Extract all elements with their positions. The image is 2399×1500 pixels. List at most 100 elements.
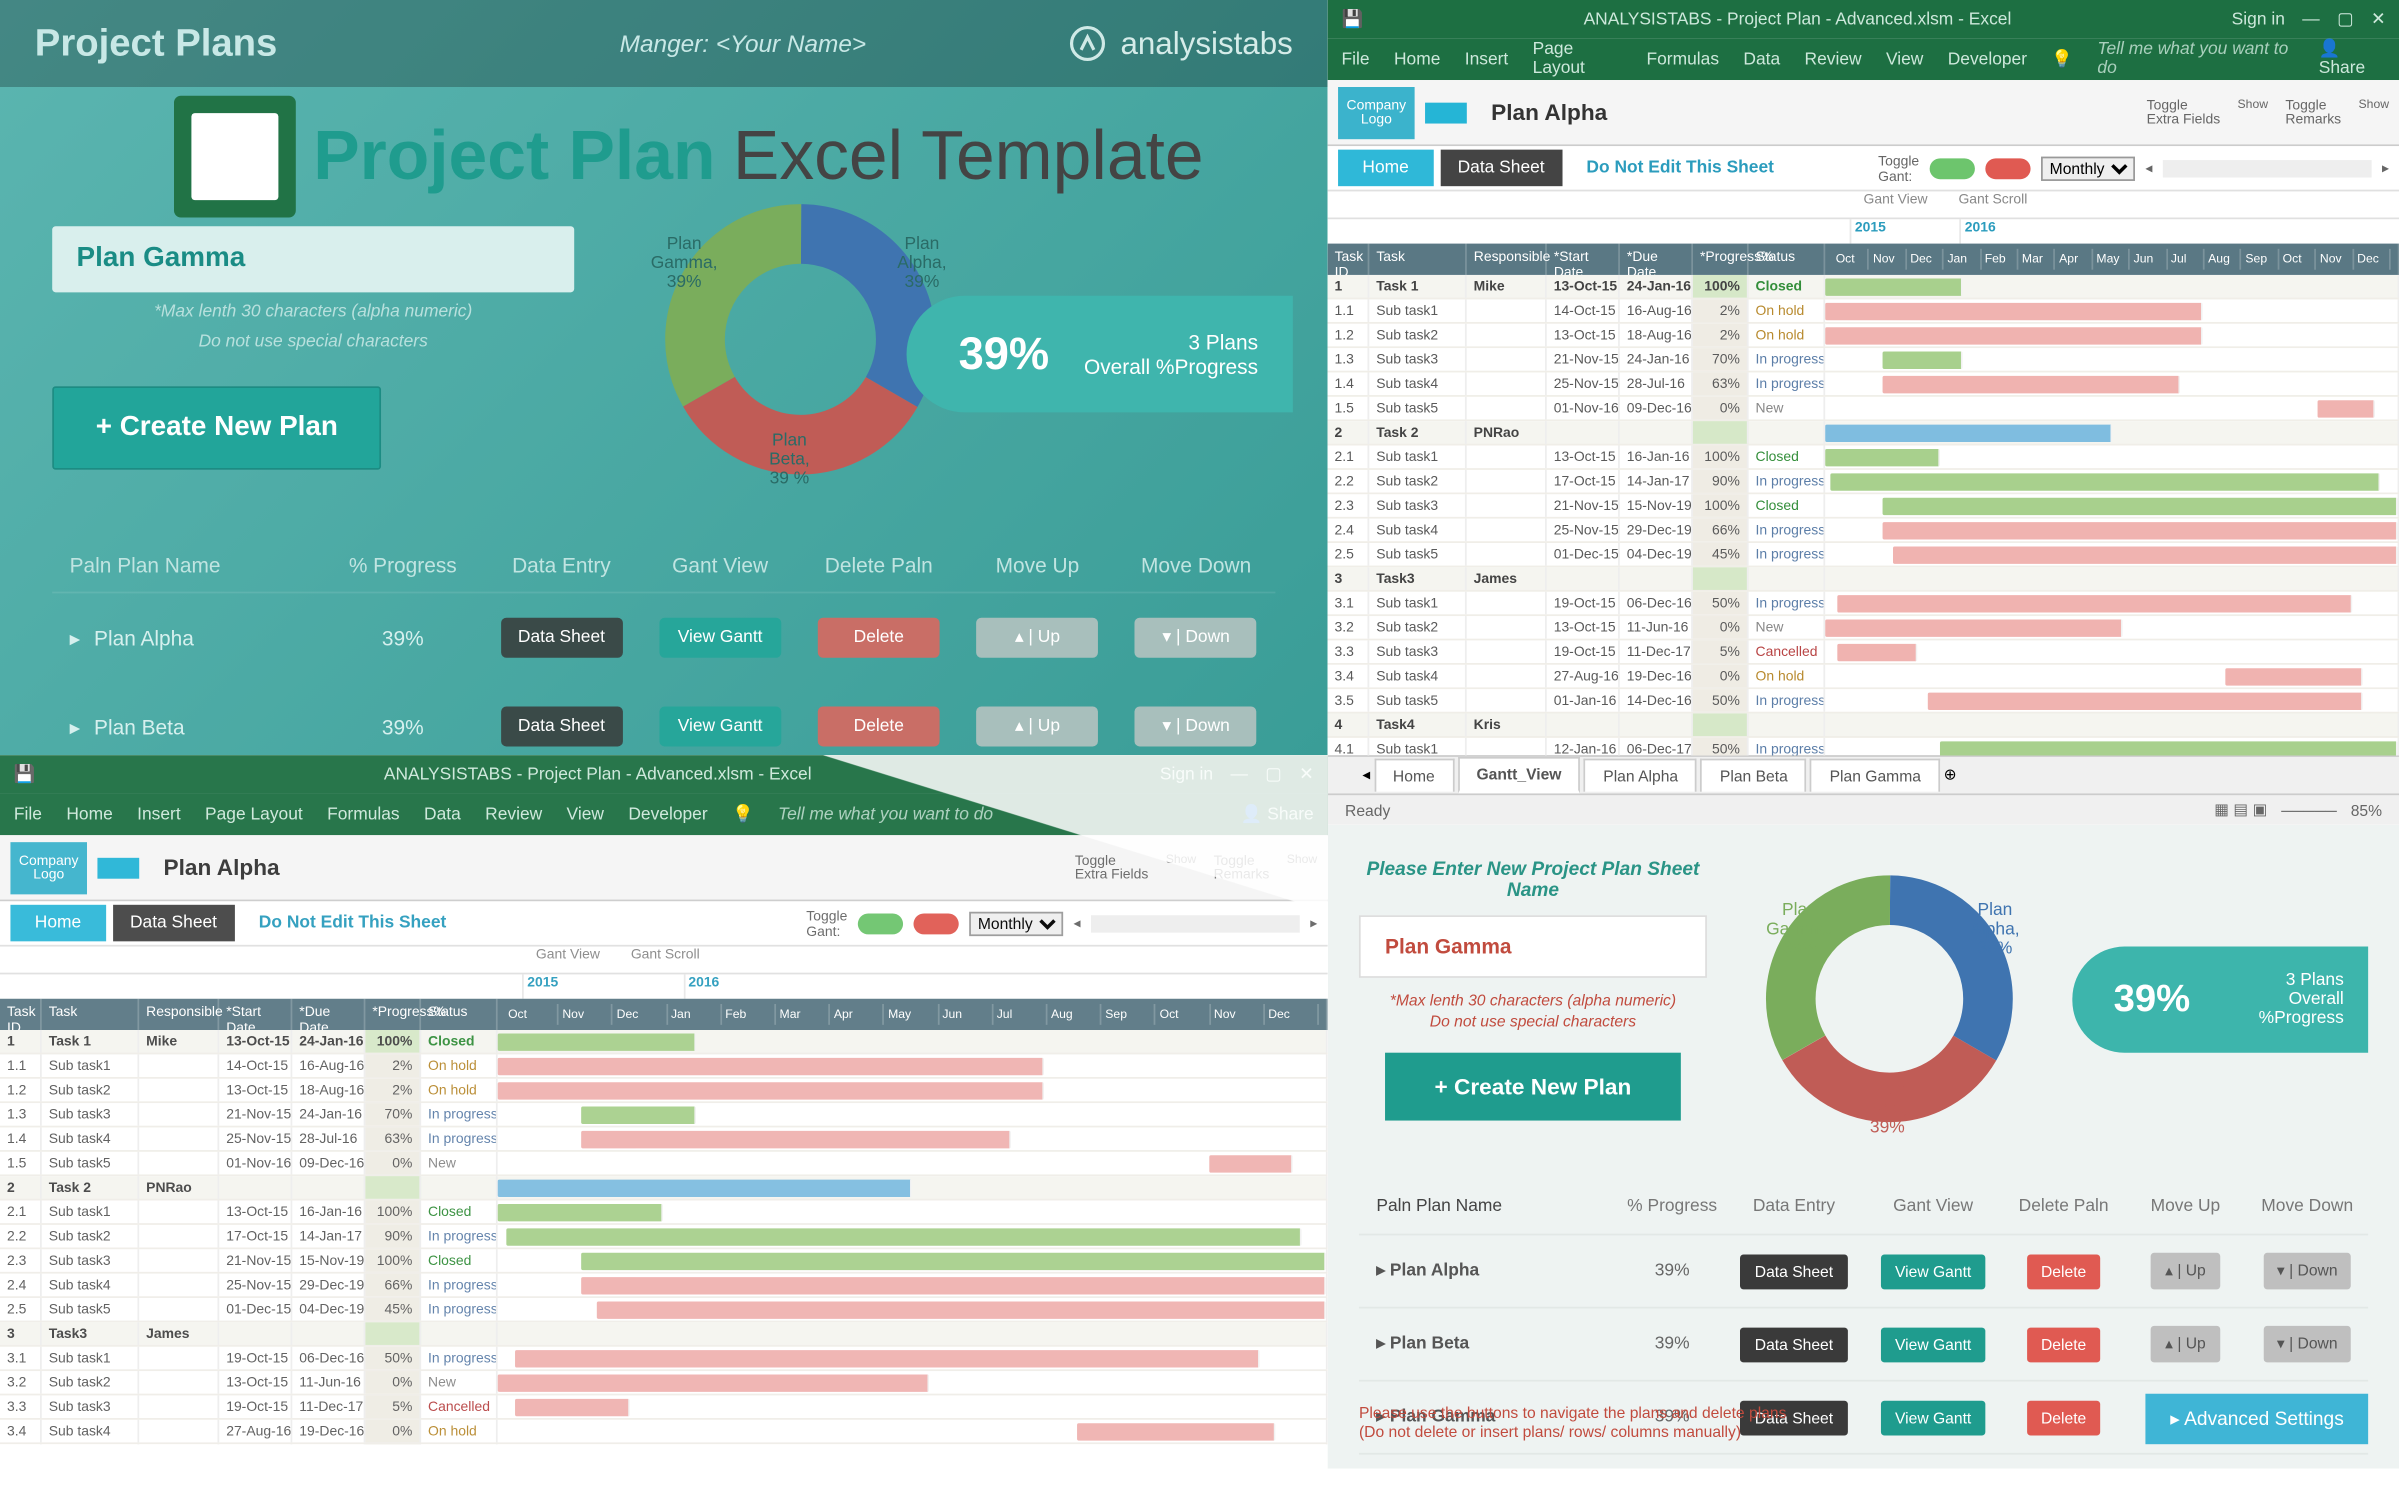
sheet-tab[interactable]: Plan Gamma (1810, 759, 1940, 792)
caret-right-icon[interactable]: ▸ (70, 626, 80, 650)
task-id-cell: 3.4 (1328, 665, 1370, 688)
data-sheet-button[interactable]: Data Sheet (1440, 150, 1562, 187)
toggle-remarks[interactable]: ToggleRemarks (2285, 98, 2341, 126)
task-id-cell: 1.4 (1328, 372, 1370, 395)
scroll-left-icon[interactable]: ◂ (1074, 915, 1081, 931)
share-button[interactable]: 👤 Share (2319, 40, 2386, 78)
save-icon[interactable]: 💾 (1342, 10, 1364, 29)
caret-right-icon[interactable]: ▸ (1376, 1262, 1385, 1281)
toggle-gant-on[interactable] (1930, 157, 1975, 178)
ribbon-tab[interactable]: Insert (1465, 50, 1509, 69)
save-icon[interactable]: 💾 (14, 765, 36, 784)
progress-cell: 63% (365, 1128, 421, 1151)
move-down-button[interactable]: ▾ | Down (1135, 618, 1257, 658)
view-gantt-button[interactable]: View Gantt (659, 706, 781, 746)
task-id-cell: 2.1 (0, 1201, 42, 1224)
project-title-chip[interactable] (1425, 102, 1467, 123)
toggle-gant-off[interactable] (1985, 157, 2030, 178)
ribbon-tab[interactable]: Insert (137, 805, 181, 824)
ribbon-tab[interactable]: Formulas (327, 805, 400, 824)
ribbon-tab[interactable]: File (14, 805, 42, 824)
toggle-gant-on[interactable] (858, 913, 903, 934)
data-sheet-button[interactable]: Data Sheet (500, 706, 622, 746)
plan-name-input[interactable]: Plan Gamma (1359, 915, 1707, 978)
move-down-button[interactable]: ▾ | Down (2263, 1326, 2352, 1363)
caret-right-icon[interactable]: ▸ (1376, 1335, 1385, 1354)
signin-link[interactable]: Sign in (2232, 10, 2285, 29)
move-down-button[interactable]: ▾ | Down (2263, 1253, 2352, 1290)
sheet-tab[interactable]: Home (1374, 759, 1454, 792)
responsible-cell (139, 1347, 219, 1370)
sheet-tab[interactable]: Plan Beta (1701, 759, 1807, 792)
data-sheet-button[interactable]: Data Sheet (500, 618, 622, 658)
delete-button[interactable]: Delete (2027, 1254, 2100, 1289)
home-button[interactable]: Home (1338, 150, 1433, 187)
gantt-row: 3 Task3 James (0, 1322, 1328, 1346)
view-gantt-button[interactable]: View Gantt (659, 618, 781, 658)
view-gantt-button[interactable]: View Gantt (1881, 1254, 1985, 1289)
data-sheet-button[interactable]: Data Sheet (1741, 1327, 1847, 1362)
ribbon-tab[interactable]: Developer (628, 805, 707, 824)
move-down-button[interactable]: ▾ | Down (1135, 706, 1257, 746)
sheet-tab[interactable]: Plan Alpha (1584, 759, 1697, 792)
responsible-cell: PNRao (139, 1176, 219, 1199)
year-label: 2016 (683, 974, 1328, 998)
ribbon-tab[interactable]: Page Layout (1533, 40, 1623, 78)
ribbon-tab[interactable]: Formulas (1647, 50, 1720, 69)
home-button[interactable]: Home (10, 905, 105, 942)
move-up-button[interactable]: ▴ | Up (2151, 1253, 2220, 1290)
scroll-left-icon[interactable]: ◂ (2145, 160, 2152, 176)
close-icon[interactable]: ✕ (2371, 10, 2386, 29)
move-up-button[interactable]: ▴ | Up (977, 706, 1099, 746)
progress-cell: 70% (365, 1103, 421, 1126)
add-sheet-icon[interactable]: ⊕ (1944, 766, 1957, 785)
scroll-right-icon[interactable]: ▸ (2382, 160, 2389, 176)
maximize-icon[interactable]: ▢ (2337, 10, 2353, 29)
task-name-cell: Sub task4 (42, 1128, 139, 1151)
new-plan-prompt: Please Enter New Project Plan Sheet Name (1359, 860, 1707, 902)
data-sheet-button[interactable]: Data Sheet (113, 905, 235, 942)
ribbon-tab[interactable]: Data (1743, 50, 1780, 69)
due-date-cell (1620, 713, 1693, 736)
ribbon-tab[interactable]: Data (424, 805, 461, 824)
ribbon-tab[interactable]: Home (1394, 50, 1440, 69)
task-id-cell: 1.2 (0, 1079, 42, 1102)
scale-select[interactable]: Monthly (2041, 156, 2135, 180)
delete-button[interactable]: Delete (818, 706, 940, 746)
view-icons[interactable]: ▦ ▤ ▣ (2214, 800, 2267, 819)
delete-button[interactable]: Delete (818, 618, 940, 658)
ribbon-tab[interactable]: File (1342, 50, 1370, 69)
plan-name-input[interactable]: Plan Gamma (52, 226, 574, 292)
ribbon-tab[interactable]: Developer (1948, 50, 2027, 69)
gantt-scrollbar[interactable] (1091, 914, 1300, 931)
move-up-button[interactable]: ▴ | Up (977, 618, 1099, 658)
caret-right-icon[interactable]: ▸ (70, 714, 80, 738)
ribbon-tab[interactable]: Review (1805, 50, 1862, 69)
ribbon-tab[interactable]: View (1886, 50, 1923, 69)
delete-button[interactable]: Delete (2027, 1327, 2100, 1362)
zoom-level[interactable]: 85% (2351, 801, 2382, 818)
ribbon-tab[interactable]: Page Layout (205, 805, 303, 824)
ribbon-tab[interactable]: Home (66, 805, 112, 824)
advanced-settings-button[interactable]: ▸ Advanced Settings (2146, 1394, 2368, 1444)
tab-nav-prev-icon[interactable]: ◂ (1362, 766, 1370, 785)
scroll-right-icon[interactable]: ▸ (1310, 915, 1317, 931)
toggle-extra-fields[interactable]: ToggleExtra Fields (2147, 98, 2220, 126)
toggle-gant-off[interactable] (913, 913, 958, 934)
start-date-cell: 01-Dec-15 (219, 1298, 292, 1321)
minimize-icon[interactable]: — (2302, 10, 2319, 29)
project-title-chip[interactable] (97, 857, 139, 878)
start-date-cell: 14-Oct-15 (1547, 299, 1620, 322)
scale-select[interactable]: Monthly (969, 911, 1063, 935)
create-plan-button[interactable]: + Create New Plan (1386, 1053, 1680, 1121)
create-plan-button[interactable]: + Create New Plan (52, 386, 381, 470)
view-gantt-button[interactable]: View Gantt (1881, 1327, 1985, 1362)
sheet-tab[interactable]: Gantt_View (1457, 757, 1580, 794)
data-sheet-button[interactable]: Data Sheet (1741, 1254, 1847, 1289)
gantt-scrollbar[interactable] (2163, 159, 2372, 176)
move-up-button[interactable]: ▴ | Up (2151, 1326, 2220, 1363)
ribbon-tab[interactable]: Review (485, 805, 542, 824)
tellme-input[interactable]: Tell me what you want to do (2097, 40, 2294, 78)
start-date-cell: 14-Oct-15 (219, 1054, 292, 1077)
ribbon-tab[interactable]: View (567, 805, 604, 824)
